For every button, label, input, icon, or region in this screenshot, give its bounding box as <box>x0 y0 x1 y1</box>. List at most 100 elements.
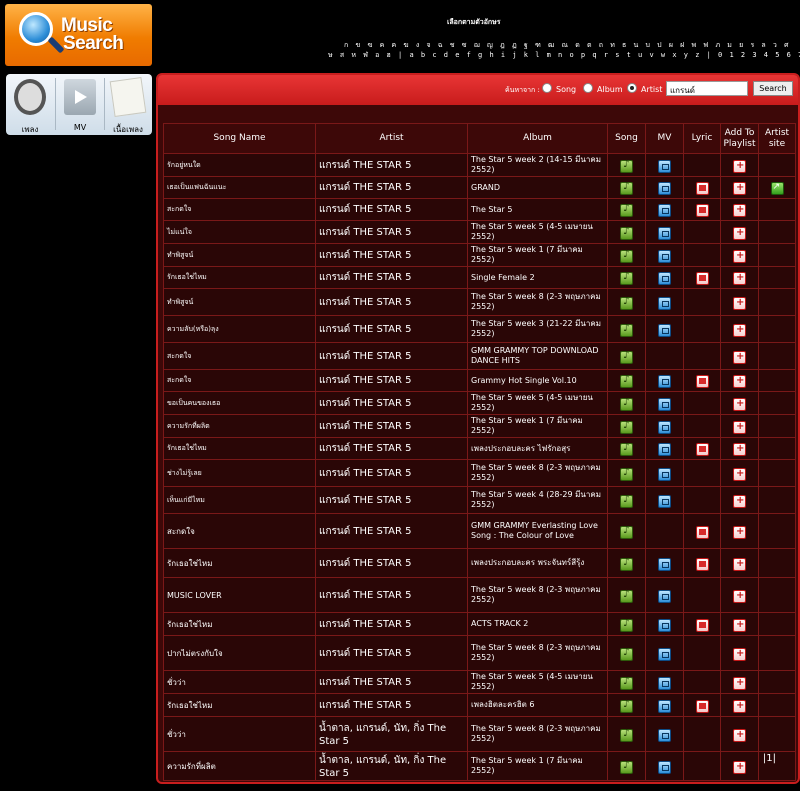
add-to-playlist-icon[interactable] <box>733 557 746 571</box>
artist-cell[interactable]: แกรนด์ THE STAR 5 <box>315 414 468 438</box>
add-to-playlist-icon[interactable] <box>733 728 746 742</box>
artist-cell[interactable]: แกรนด์ THE STAR 5 <box>315 220 468 244</box>
lyric-icon[interactable] <box>695 699 709 713</box>
artist-cell[interactable]: แกรนด์ THE STAR 5 <box>315 437 468 460</box>
radio-album[interactable] <box>583 83 593 93</box>
music-search-logo[interactable]: Music Search <box>5 4 152 66</box>
song-name-cell[interactable]: ปากไม่ตรงกับใจ <box>163 635 316 671</box>
add-to-playlist-icon[interactable] <box>733 375 746 388</box>
album-cell[interactable]: The Star 5 week 1 (7 มีนาคม 2552) <box>467 751 608 781</box>
play-mv-icon[interactable] <box>658 618 671 632</box>
add-to-playlist-icon[interactable] <box>733 699 746 713</box>
artist-cell[interactable]: แกรนด์ THE STAR 5 <box>315 342 468 370</box>
lyric-icon[interactable] <box>695 204 709 217</box>
add-to-playlist-icon[interactable] <box>733 296 746 310</box>
play-song-icon[interactable] <box>620 397 633 411</box>
song-name-cell[interactable]: ความรักที่ผลิต <box>163 751 316 781</box>
radio-artist[interactable] <box>627 83 637 93</box>
play-mv-icon[interactable] <box>658 397 671 411</box>
lyric-icon[interactable] <box>695 182 709 195</box>
album-cell[interactable]: The Star 5 week 8 (2-3 พฤษภาคม 2552) <box>467 577 608 613</box>
album-cell[interactable]: The Star 5 week 3 (21-22 มีนาคม 2552) <box>467 315 608 343</box>
play-mv-icon[interactable] <box>658 676 671 690</box>
artist-cell[interactable]: น้ำตาล, แกรนด์, นัท, กิ่ง The Star 5 <box>315 716 468 752</box>
play-song-icon[interactable] <box>620 296 633 310</box>
album-cell[interactable]: GMM GRAMMY TOP DOWNLOAD DANCE HITS <box>467 342 608 370</box>
album-cell[interactable]: The Star 5 week 8 (2-3 พฤษภาคม 2552) <box>467 716 608 752</box>
song-name-cell[interactable]: ทำพิสูจน์ <box>163 288 316 316</box>
play-song-icon[interactable] <box>620 525 633 539</box>
add-to-playlist-icon[interactable] <box>733 397 746 411</box>
play-mv-icon[interactable] <box>658 760 671 774</box>
song-name-cell[interactable]: รักเธอใช่ไหม <box>163 693 316 717</box>
song-name-cell[interactable]: รักเธอใช่ไหม <box>163 266 316 289</box>
play-song-icon[interactable] <box>620 181 633 195</box>
play-mv-icon[interactable] <box>658 375 671 388</box>
play-mv-icon[interactable] <box>658 699 671 713</box>
search-input[interactable]: แกรนด์ <box>666 81 748 96</box>
play-song-icon[interactable] <box>620 467 633 481</box>
side-item-lyrics[interactable]: เนื้อเพลง <box>104 74 152 135</box>
play-mv-icon[interactable] <box>658 249 671 263</box>
play-mv-icon[interactable] <box>658 226 671 240</box>
artist-cell[interactable]: แกรนด์ THE STAR 5 <box>315 243 468 267</box>
play-song-icon[interactable] <box>620 589 633 603</box>
pagination[interactable]: |1| <box>763 753 776 764</box>
artist-cell[interactable]: แกรนด์ THE STAR 5 <box>315 315 468 343</box>
artist-cell[interactable]: แกรนด์ THE STAR 5 <box>315 670 468 694</box>
search-button[interactable]: Search <box>753 81 793 96</box>
add-to-playlist-icon[interactable] <box>733 249 746 263</box>
artist-cell[interactable]: แกรนด์ THE STAR 5 <box>315 288 468 316</box>
album-cell[interactable]: The Star 5 week 1 (7 มีนาคม 2552) <box>467 414 608 438</box>
album-cell[interactable]: The Star 5 week 5 (4-5 เมษายน 2552) <box>467 391 608 415</box>
play-mv-icon[interactable] <box>658 443 671 456</box>
album-cell[interactable]: The Star 5 <box>467 198 608 221</box>
play-song-icon[interactable] <box>620 676 633 690</box>
add-to-playlist-icon[interactable] <box>733 204 746 217</box>
play-song-icon[interactable] <box>620 618 633 632</box>
artist-cell[interactable]: แกรนด์ THE STAR 5 <box>315 486 468 514</box>
play-song-icon[interactable] <box>620 760 633 774</box>
play-mv-icon[interactable] <box>658 589 671 603</box>
add-to-playlist-icon[interactable] <box>733 182 746 195</box>
artist-cell[interactable]: แกรนด์ THE STAR 5 <box>315 513 468 549</box>
add-to-playlist-icon[interactable] <box>733 159 746 173</box>
add-to-playlist-icon[interactable] <box>733 226 746 240</box>
play-song-icon[interactable] <box>620 442 633 456</box>
add-to-playlist-icon[interactable] <box>733 272 746 285</box>
artist-cell[interactable]: น้ำตาล, แกรนด์, นัท, กิ่ง The Star 5 <box>315 751 468 781</box>
song-name-cell[interactable]: ไม่แน่ใจ <box>163 220 316 244</box>
play-song-icon[interactable] <box>620 249 633 263</box>
lyric-icon[interactable] <box>695 557 709 571</box>
alphabet-latin-row[interactable]: ษ ส ห ฬ อ ฮ | a b c d e f g h i j k l m … <box>328 50 800 61</box>
album-cell[interactable]: เพลงประกอบละคร พระจันทร์สีรุ้ง <box>467 548 608 578</box>
album-cell[interactable]: Grammy Hot Single Vol.10 <box>467 369 608 392</box>
add-to-playlist-icon[interactable] <box>733 525 746 539</box>
artist-cell[interactable]: แกรนด์ THE STAR 5 <box>315 198 468 221</box>
add-to-playlist-icon[interactable] <box>733 647 746 661</box>
song-name-cell[interactable]: ช่างไม่รู้เลย <box>163 459 316 487</box>
album-cell[interactable]: The Star 5 week 2 (14-15 มีนาคม 2552) <box>467 153 608 177</box>
song-name-cell[interactable]: ชั่วว่า <box>163 716 316 752</box>
play-mv-icon[interactable] <box>658 420 671 434</box>
play-song-icon[interactable] <box>620 494 633 508</box>
add-to-playlist-icon[interactable] <box>733 676 746 690</box>
song-name-cell[interactable]: สะกดใจ <box>163 513 316 549</box>
side-item-mv[interactable]: MV <box>56 74 104 135</box>
play-song-icon[interactable] <box>620 203 633 217</box>
play-mv-icon[interactable] <box>658 182 671 195</box>
song-name-cell[interactable]: สะกดใจ <box>163 369 316 392</box>
song-name-cell[interactable]: สะกดใจ <box>163 342 316 370</box>
side-item-songs[interactable]: เพลง <box>6 74 54 135</box>
play-song-icon[interactable] <box>620 226 633 240</box>
add-to-playlist-icon[interactable] <box>733 589 746 603</box>
play-song-icon[interactable] <box>620 271 633 285</box>
play-song-icon[interactable] <box>620 557 633 571</box>
song-name-cell[interactable]: ทำพิสูจน์ <box>163 243 316 267</box>
play-mv-icon[interactable] <box>658 159 671 173</box>
song-name-cell[interactable]: ความรักที่ผลิต <box>163 414 316 438</box>
artist-site-icon[interactable] <box>770 182 784 195</box>
artist-cell[interactable]: แกรนด์ THE STAR 5 <box>315 266 468 289</box>
lyric-icon[interactable] <box>695 525 709 539</box>
song-name-cell[interactable]: เธอเป็นแฟนฉันแนะ <box>163 176 316 199</box>
